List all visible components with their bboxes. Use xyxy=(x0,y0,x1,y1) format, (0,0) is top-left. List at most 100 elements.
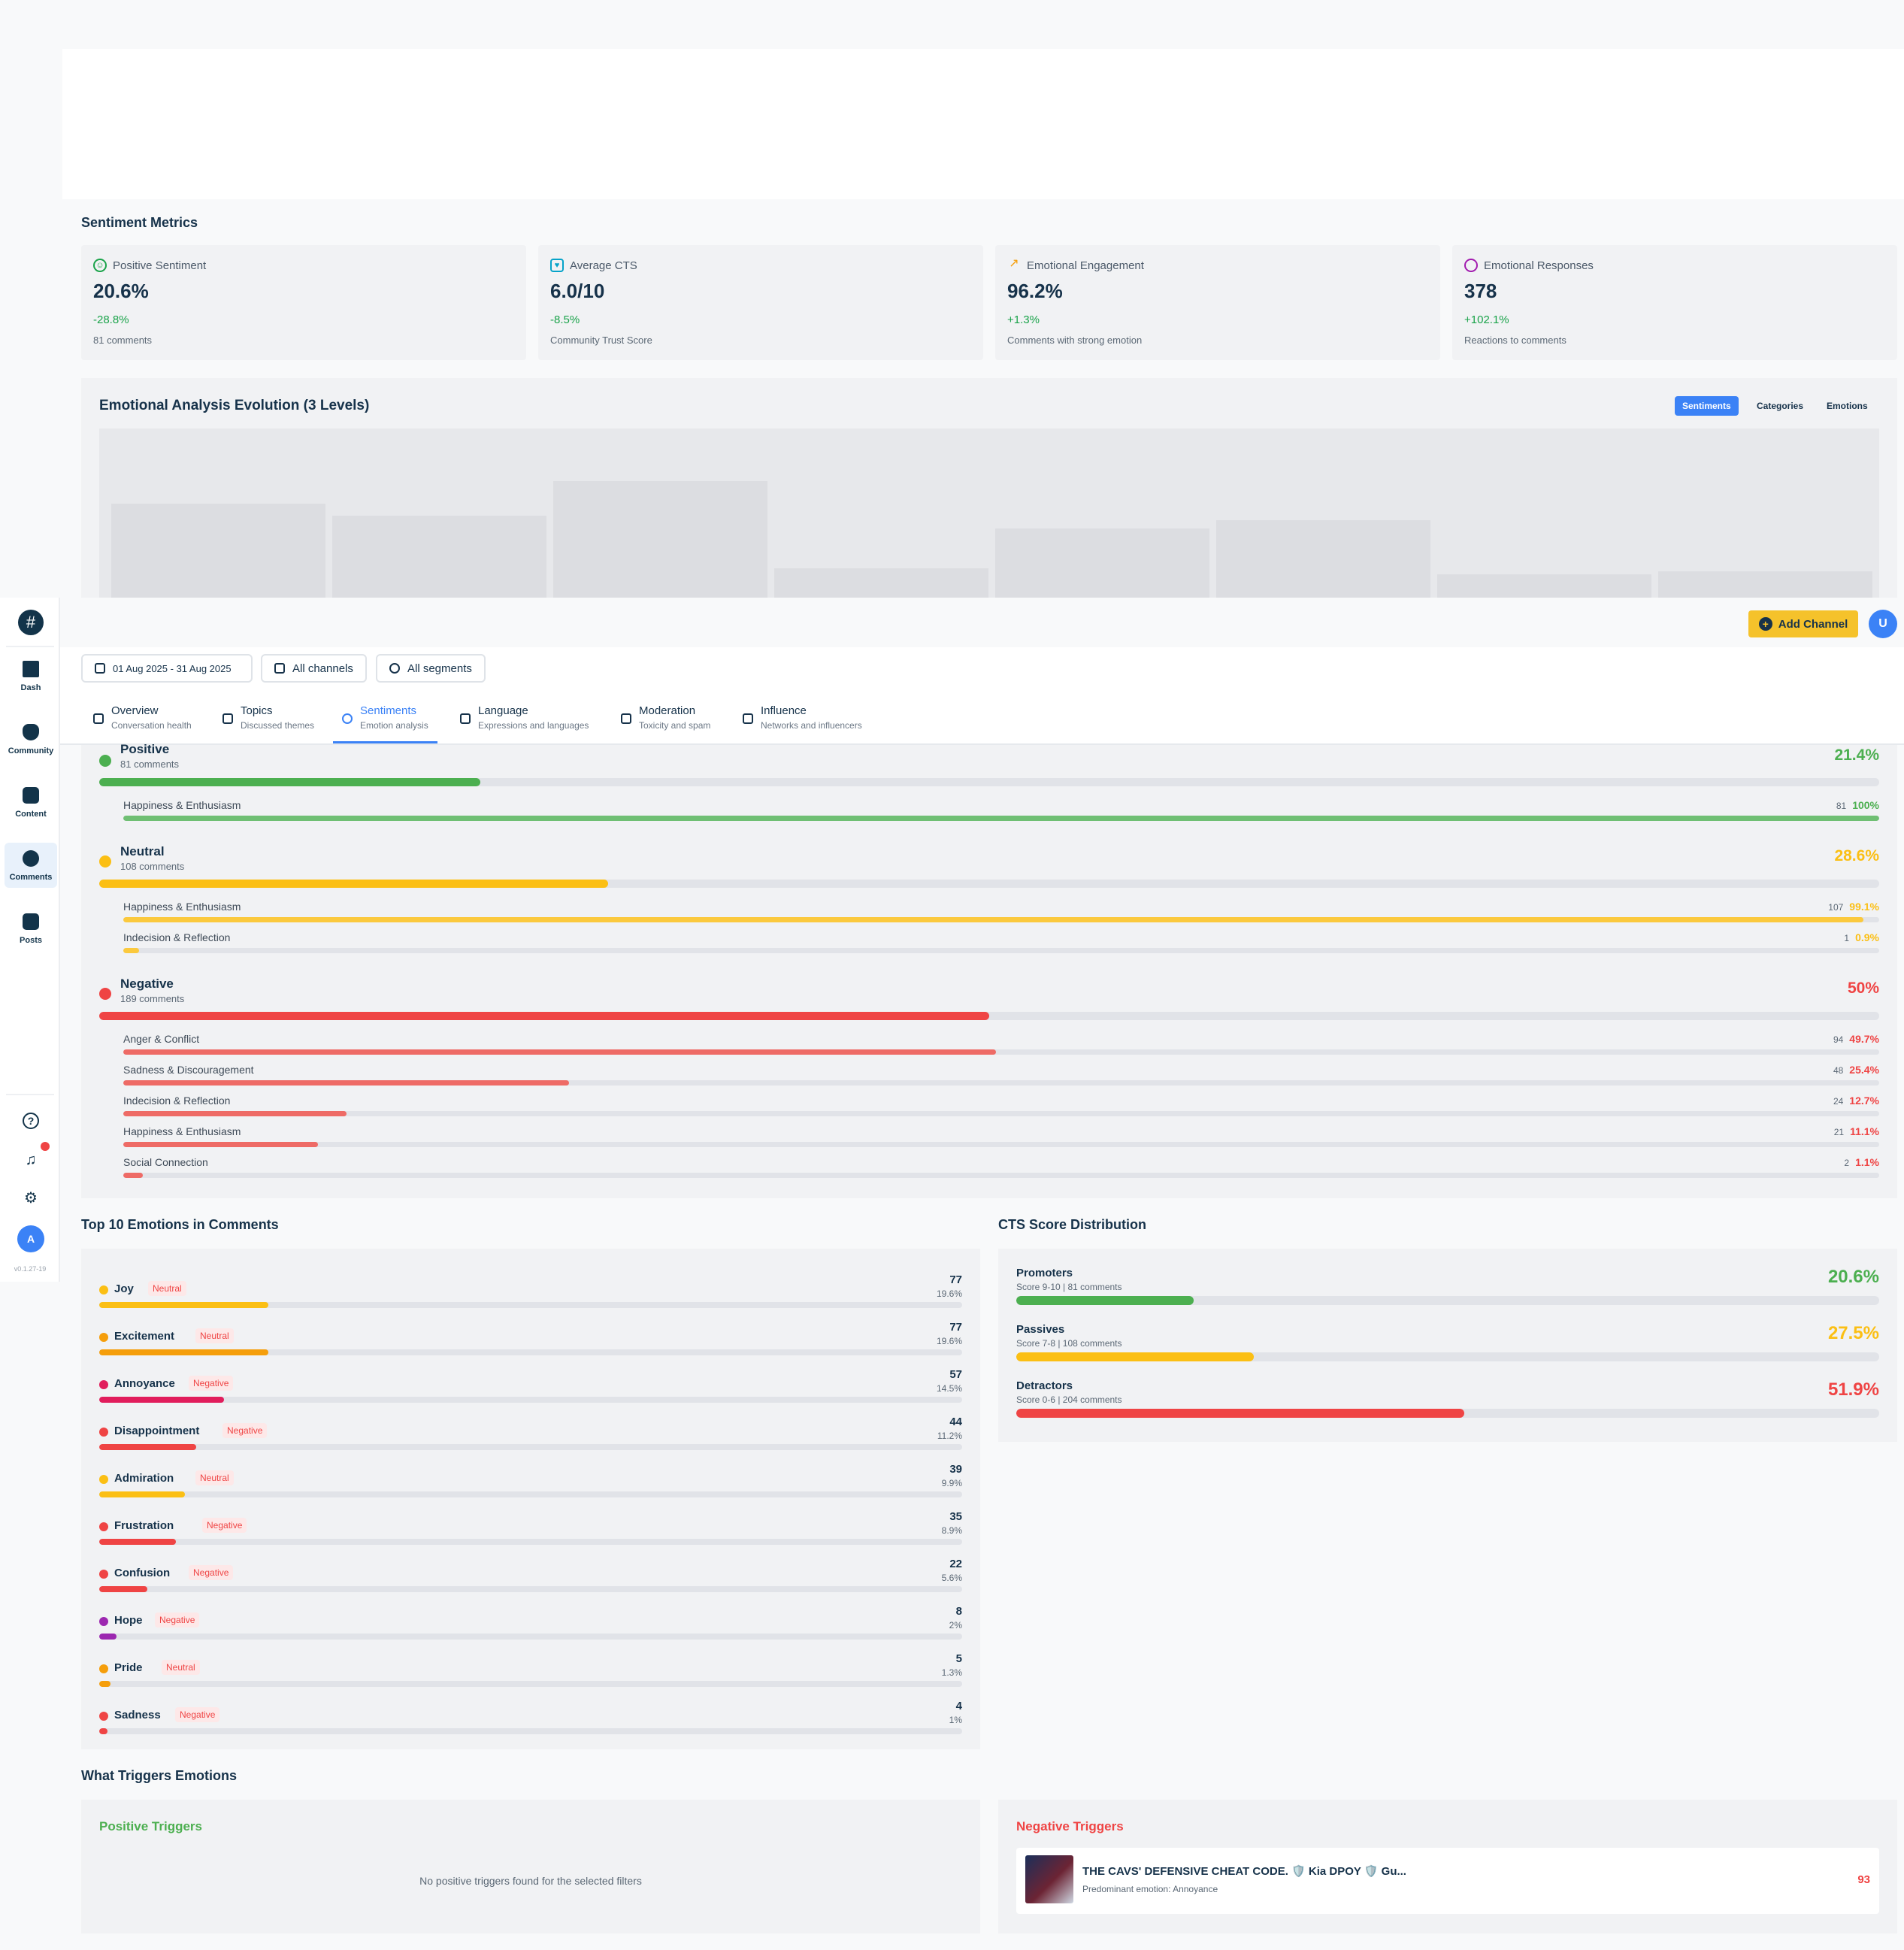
sub-emotion-track xyxy=(123,1142,1879,1147)
emotion-row: Excitement Neutral 77 19.6% xyxy=(99,1321,962,1368)
cts-sub: Score 9-10 | 81 comments xyxy=(1016,1282,1122,1292)
sub-emotion-pct: 99.1% xyxy=(1849,901,1879,913)
tab-moderation[interactable]: Moderation Toxicity and spam xyxy=(612,704,719,743)
tab-label: Sentiments xyxy=(360,704,417,717)
sub-emotion-track xyxy=(123,1173,1879,1178)
cts-title: CTS Score Distribution xyxy=(998,1217,1147,1232)
toggle-sentiments[interactable]: Sentiments xyxy=(1675,396,1739,416)
sub-emotion-pct: 49.7% xyxy=(1849,1033,1879,1045)
sentiment-bar xyxy=(99,880,609,888)
emotion-track xyxy=(99,1586,962,1592)
emotion-tag: Neutral xyxy=(162,1660,200,1675)
sidebar-item-dash[interactable]: Dash xyxy=(5,653,57,698)
sidebar-item-posts[interactable]: Posts xyxy=(5,906,57,951)
tab-overview[interactable]: Overview Conversation health xyxy=(84,704,201,743)
status-dot xyxy=(99,1522,108,1531)
calendar-icon xyxy=(95,663,105,674)
sentiment-name: Negative xyxy=(120,977,174,991)
emotion-count: 39 xyxy=(949,1463,962,1476)
emotion-row: Frustration Negative 35 8.9% xyxy=(99,1510,962,1558)
sub-emotion-name: Sadness & Discouragement xyxy=(123,1064,254,1076)
cts-pct: 51.9% xyxy=(1827,1379,1879,1400)
shield-icon xyxy=(621,713,631,724)
smile-icon xyxy=(342,713,353,724)
tab-sub: Discussed themes xyxy=(241,720,315,731)
emotion-tag: Negative xyxy=(175,1707,220,1722)
status-dot xyxy=(99,1570,108,1579)
segments-filter[interactable]: All segments xyxy=(376,654,486,683)
emotion-row: Admiration Neutral 39 9.9% xyxy=(99,1463,962,1510)
emotion-bar xyxy=(99,1539,177,1545)
user-avatar[interactable]: U xyxy=(1869,610,1897,638)
avatar[interactable]: A xyxy=(17,1225,44,1252)
emotion-name: Disappointment xyxy=(114,1425,200,1437)
positive-triggers-title: Positive Triggers xyxy=(99,1819,202,1833)
cts-name: Passives xyxy=(1016,1323,1065,1336)
sidebar-item-label: Content xyxy=(15,810,47,819)
trigger-item[interactable]: THE CAVS' DEFENSIVE CHEAT CODE. 🛡️ Kia D… xyxy=(1016,1848,1879,1914)
emotion-count: 77 xyxy=(949,1321,962,1334)
tab-sentiments[interactable]: Sentiments Emotion analysis xyxy=(333,704,437,743)
emotion-tag: Negative xyxy=(202,1518,247,1533)
cts-track xyxy=(1016,1352,1879,1361)
sentiment-count: 108 comments xyxy=(120,861,185,872)
emotion-bar xyxy=(99,1444,196,1450)
trending-up-icon: ↗ xyxy=(1009,257,1019,270)
positive-triggers-card: Positive Triggers No positive triggers f… xyxy=(81,1800,980,1933)
tab-sub: Emotion analysis xyxy=(360,720,428,731)
sidebar-item-content[interactable]: Content xyxy=(5,780,57,825)
tab-influence[interactable]: Influence Networks and influencers xyxy=(734,704,871,743)
sidebar-item-community[interactable]: Community xyxy=(5,716,57,762)
emotion-row: Disappointment Negative 44 11.2% xyxy=(99,1416,962,1463)
emotion-name: Sadness xyxy=(114,1709,161,1721)
clipboard-icon xyxy=(23,913,39,930)
emotion-name: Joy xyxy=(114,1282,134,1295)
metric-value: 6.0/10 xyxy=(550,280,605,302)
sub-emotion-bar xyxy=(123,1142,319,1147)
toggle-emotions[interactable]: Emotions xyxy=(1819,396,1875,416)
emotion-tag: Neutral xyxy=(195,1328,234,1343)
trigger-post-title: THE CAVS' DEFENSIVE CHEAT CODE. 🛡️ Kia D… xyxy=(1082,1865,1406,1878)
emotion-pct: 1% xyxy=(949,1715,962,1725)
emotion-count: 5 xyxy=(955,1652,962,1665)
sub-emotion-pct: 11.1% xyxy=(1850,1125,1879,1137)
emotion-row: Joy Neutral 77 19.6% xyxy=(99,1273,962,1321)
emotion-name: Excitement xyxy=(114,1330,175,1343)
emotion-track xyxy=(99,1397,962,1403)
emotion-pct: 2% xyxy=(949,1620,962,1631)
notifications-button[interactable]: ♫ xyxy=(18,1147,44,1173)
emotion-tag: Negative xyxy=(189,1565,234,1580)
emotion-pct: 14.5% xyxy=(936,1383,962,1394)
add-channel-button[interactable]: + Add Channel xyxy=(1748,610,1858,637)
emotion-bar xyxy=(99,1634,117,1640)
channels-filter[interactable]: All channels xyxy=(261,654,367,683)
sidebar-item-comments[interactable]: Comments xyxy=(5,843,57,888)
tab-topics[interactable]: Topics Discussed themes xyxy=(213,704,323,743)
evolution-card: Emotional Analysis Evolution (3 Levels) … xyxy=(81,378,1897,598)
help-button[interactable]: ? xyxy=(18,1108,44,1134)
metric-sub: Reactions to comments xyxy=(1464,335,1566,346)
sub-emotion-name: Indecision & Reflection xyxy=(123,1095,231,1107)
tab-language[interactable]: Language Expressions and languages xyxy=(451,704,598,743)
status-dot xyxy=(99,988,111,1000)
settings-button[interactable]: ⚙ xyxy=(18,1185,44,1211)
emotion-name: Annoyance xyxy=(114,1377,175,1390)
date-range-label: 01 Aug 2025 - 31 Aug 2025 xyxy=(113,662,232,674)
sentiment-pct: 50% xyxy=(1847,980,1879,997)
emotion-name: Hope xyxy=(114,1614,143,1627)
tab-label: Moderation xyxy=(639,704,696,717)
trigger-score: 93 xyxy=(1857,1873,1870,1886)
toggle-categories[interactable]: Categories xyxy=(1749,396,1811,416)
sub-emotion-name: Anger & Conflict xyxy=(123,1033,200,1045)
date-range-picker[interactable]: 01 Aug 2025 - 31 Aug 2025 xyxy=(81,654,253,683)
emotion-track xyxy=(99,1728,962,1734)
logo-icon[interactable]: # xyxy=(18,610,44,635)
add-channel-label: Add Channel xyxy=(1778,617,1848,631)
user-circle-icon xyxy=(23,850,39,867)
negative-triggers-title: Negative Triggers xyxy=(1016,1819,1124,1833)
emotion-count: 8 xyxy=(955,1605,962,1618)
sentiment-pct: 21.4% xyxy=(1834,746,1879,764)
sub-emotion-track xyxy=(123,1080,1879,1086)
emotion-tag: Negative xyxy=(222,1423,268,1438)
emotion-row: Sadness Negative 4 1% xyxy=(99,1700,962,1747)
